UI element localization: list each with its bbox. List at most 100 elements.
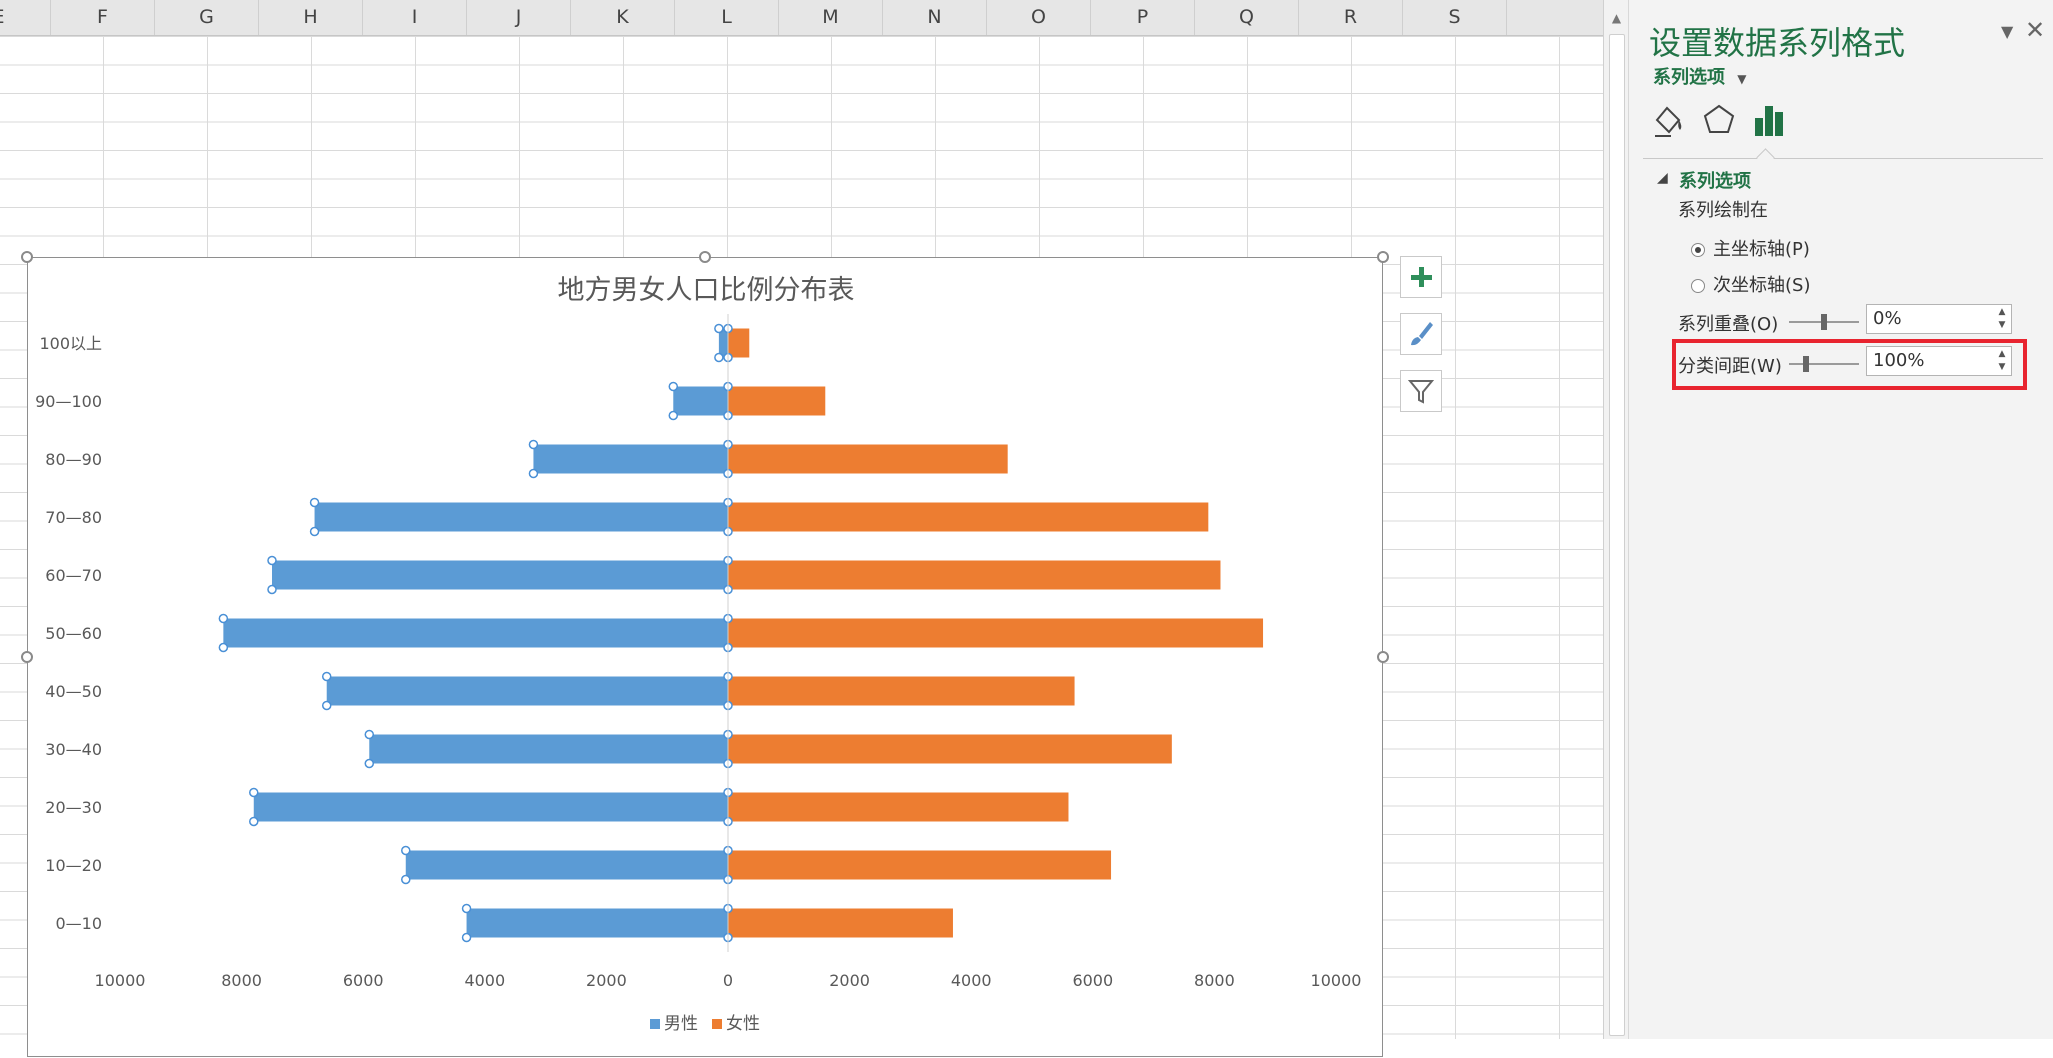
selection-point[interactable] xyxy=(321,700,332,711)
column-header-cell[interactable]: P xyxy=(1091,0,1195,35)
chart-elements-button[interactable] xyxy=(1400,256,1442,298)
collapse-triangle-icon[interactable]: ◢ xyxy=(1657,170,1668,186)
bar-male[interactable] xyxy=(314,502,728,532)
x-tick-label[interactable]: 10000 xyxy=(95,971,146,990)
selection-point[interactable] xyxy=(364,729,375,740)
bar-male[interactable] xyxy=(253,792,728,822)
category-label[interactable]: 40—50 xyxy=(45,682,102,701)
resize-handle-top-left[interactable] xyxy=(21,251,33,263)
category-label[interactable]: 80—90 xyxy=(45,450,102,469)
x-tick-label[interactable]: 6000 xyxy=(343,971,384,990)
category-label[interactable]: 100以上 xyxy=(39,334,102,353)
series-overlap-input[interactable]: 0% ▲ ▼ xyxy=(1866,304,2012,334)
bar-male[interactable] xyxy=(405,850,728,880)
bar-female[interactable] xyxy=(728,792,1069,822)
category-label[interactable]: 90—100 xyxy=(35,392,102,411)
series-options-dropdown[interactable]: 系列选项 ▼ xyxy=(1653,63,1747,89)
bar-female[interactable] xyxy=(728,676,1075,706)
category-label[interactable]: 20—30 xyxy=(45,798,102,817)
resize-handle-middle-left[interactable] xyxy=(21,651,33,663)
radio-secondary-axis[interactable]: 次坐标轴(S) xyxy=(1691,271,1810,297)
selection-point[interactable] xyxy=(668,410,679,421)
scroll-up-arrow-icon[interactable]: ▲ xyxy=(1604,8,1629,28)
x-tick-label[interactable]: 6000 xyxy=(1072,971,1113,990)
pyramid-bar-chart[interactable]: 0—10 10—20 20—30 30—40 40—50 50—60 60—70 70—80 8… xyxy=(28,258,1384,1058)
column-header-cell[interactable]: S xyxy=(1403,0,1507,35)
bar-female[interactable] xyxy=(728,502,1209,532)
column-header-cell[interactable]: K xyxy=(571,0,675,35)
bar-male[interactable] xyxy=(369,734,728,764)
bar-female[interactable] xyxy=(728,734,1172,764)
resize-handle-top-right[interactable] xyxy=(1377,251,1389,263)
column-header-cell[interactable]: R xyxy=(1299,0,1403,35)
category-label[interactable]: 0—10 xyxy=(55,914,102,933)
selection-point[interactable] xyxy=(461,932,472,943)
category-label[interactable]: 30—40 xyxy=(45,740,102,759)
selection-point[interactable] xyxy=(461,903,472,914)
selection-point[interactable] xyxy=(309,526,320,537)
selection-point[interactable] xyxy=(218,613,229,624)
selection-point[interactable] xyxy=(218,642,229,653)
slider-thumb[interactable] xyxy=(1821,314,1827,330)
chart-filters-button[interactable] xyxy=(1400,370,1442,412)
bar-male[interactable] xyxy=(223,618,729,648)
column-header-cell[interactable]: I xyxy=(363,0,467,35)
vertical-scrollbar[interactable]: ▲ xyxy=(1603,0,1630,1039)
column-header-cell[interactable]: F xyxy=(51,0,155,35)
category-label[interactable]: 10—20 xyxy=(45,856,102,875)
series-overlap-slider[interactable] xyxy=(1789,314,1859,330)
chart-styles-button[interactable] xyxy=(1400,313,1442,355)
legend-label[interactable]: 女性 xyxy=(726,1014,760,1034)
column-header-cell[interactable]: O xyxy=(987,0,1091,35)
fill-line-icon[interactable] xyxy=(1649,100,1689,140)
selection-point[interactable] xyxy=(267,584,277,595)
selection-point[interactable] xyxy=(714,323,724,334)
bar-female[interactable] xyxy=(728,850,1112,880)
category-label[interactable]: 70—80 xyxy=(45,508,102,527)
column-header-cell[interactable]: L xyxy=(675,0,779,35)
radio-primary-axis[interactable]: 主坐标轴(P) xyxy=(1691,235,1810,261)
selection-point[interactable] xyxy=(249,787,259,798)
legend-label[interactable]: 男性 xyxy=(664,1014,698,1034)
selection-point[interactable] xyxy=(528,468,539,479)
legend-swatch[interactable] xyxy=(650,1019,660,1029)
x-tick-label[interactable]: 2000 xyxy=(829,971,870,990)
x-tick-label[interactable]: 8000 xyxy=(1194,971,1235,990)
selection-point[interactable] xyxy=(714,352,724,363)
bar-male[interactable] xyxy=(466,908,728,938)
column-header-cell[interactable]: E xyxy=(0,0,51,35)
selection-point[interactable] xyxy=(309,497,320,508)
selection-point[interactable] xyxy=(249,816,259,827)
chart-area[interactable]: 地方男女人口比例分布表 0—10 10—20 20—30 30—40 40—50 50—6… xyxy=(27,257,1383,1057)
selection-point[interactable] xyxy=(528,439,539,450)
selection-point[interactable] xyxy=(267,555,277,566)
bar-male[interactable] xyxy=(272,560,728,590)
x-tick-label[interactable]: 10000 xyxy=(1311,971,1362,990)
bar-female[interactable] xyxy=(728,386,826,416)
category-label[interactable]: 50—60 xyxy=(45,624,102,643)
bar-female[interactable] xyxy=(728,618,1264,648)
resize-handle-middle-right[interactable] xyxy=(1377,651,1389,663)
bar-female[interactable] xyxy=(728,560,1221,590)
resize-handle-top-center[interactable] xyxy=(699,251,711,263)
scrollbar-thumb[interactable] xyxy=(1609,34,1625,1036)
selection-point[interactable] xyxy=(401,845,411,856)
selection-point[interactable] xyxy=(668,381,679,392)
x-tick-label[interactable]: 0 xyxy=(723,971,733,990)
column-header-cell[interactable]: G xyxy=(155,0,259,35)
pane-options-chevron-icon[interactable]: ▼ xyxy=(2001,22,2013,41)
legend-swatch[interactable] xyxy=(712,1019,722,1029)
selection-point[interactable] xyxy=(321,671,332,682)
section-title[interactable]: 系列选项 xyxy=(1679,167,1751,193)
category-label[interactable]: 60—70 xyxy=(45,566,102,585)
effects-pentagon-icon[interactable] xyxy=(1699,100,1739,140)
spin-arrows-icon[interactable]: ▲ ▼ xyxy=(1995,306,2009,332)
bar-female[interactable] xyxy=(728,908,953,938)
bar-male[interactable] xyxy=(673,386,728,416)
column-header-cell[interactable]: H xyxy=(259,0,363,35)
close-icon[interactable]: ✕ xyxy=(2025,16,2045,44)
bar-female[interactable] xyxy=(728,444,1008,474)
bar-female[interactable] xyxy=(728,328,750,358)
selection-point[interactable] xyxy=(364,758,375,769)
column-header-cell[interactable]: J xyxy=(467,0,571,35)
